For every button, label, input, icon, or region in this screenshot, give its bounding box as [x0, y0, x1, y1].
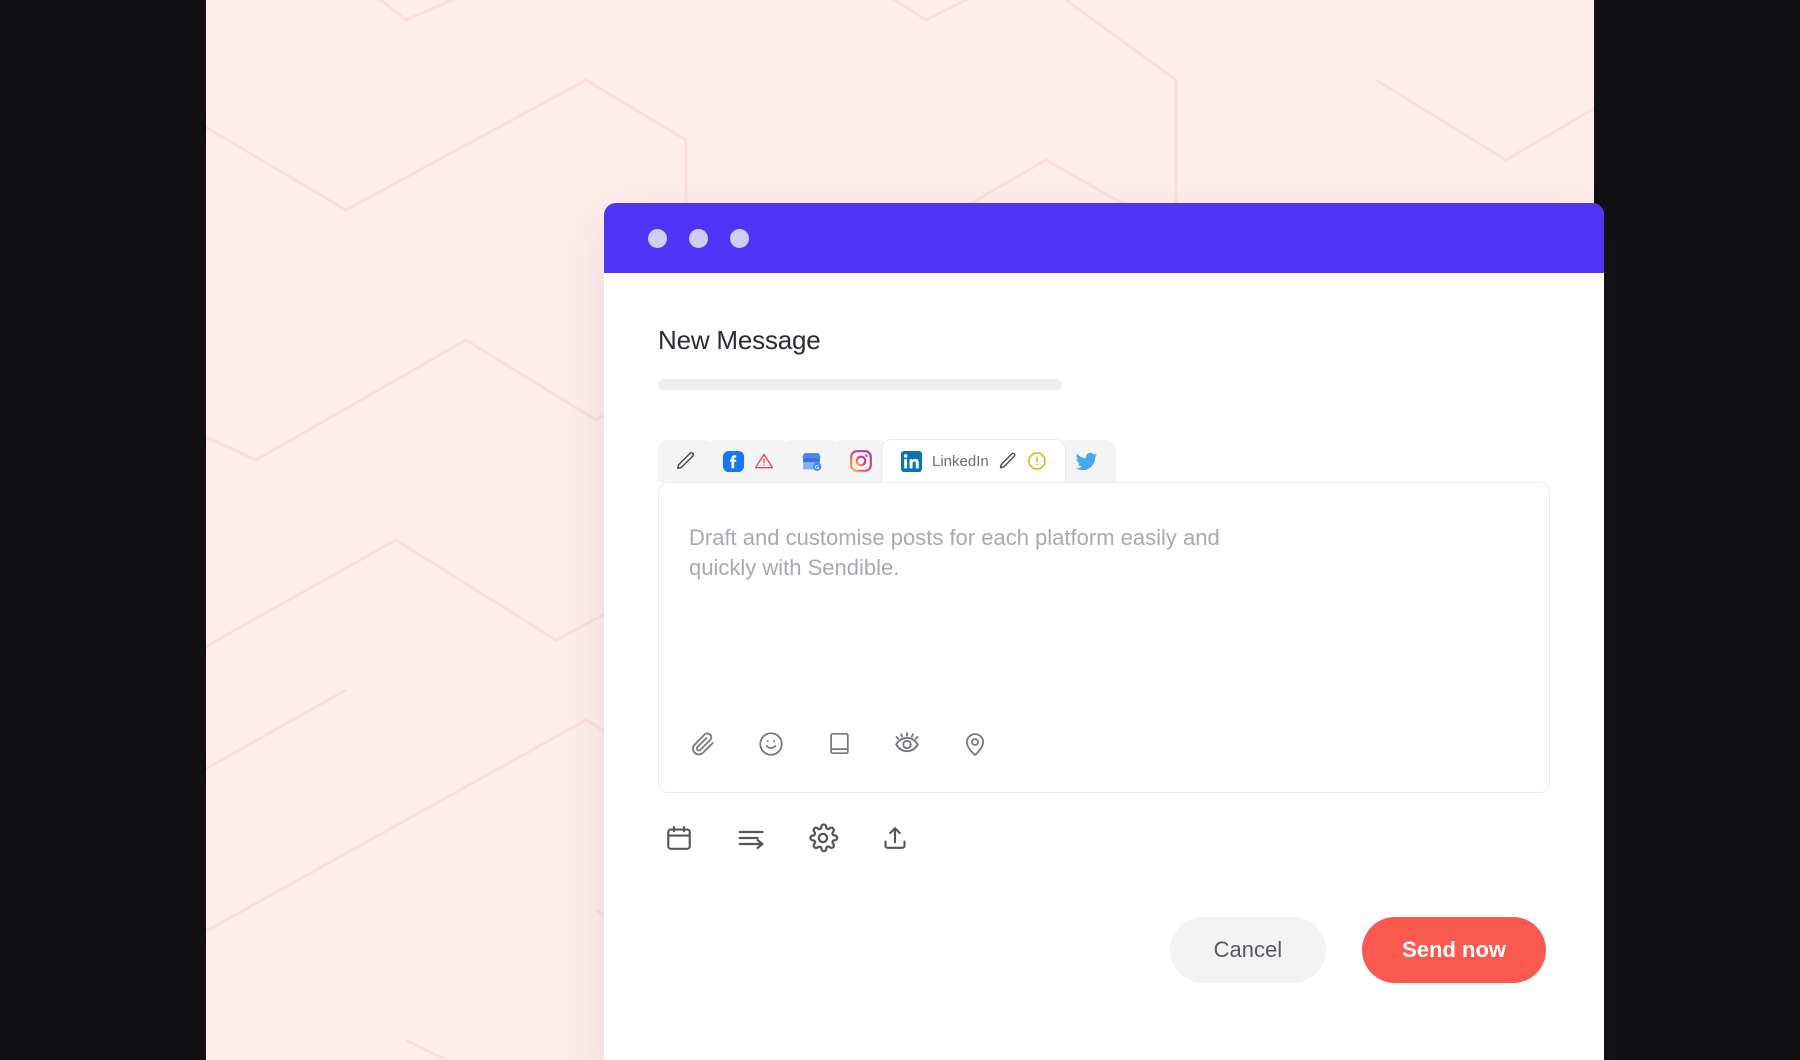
paperclip-icon: [689, 730, 717, 763]
settings-button[interactable]: [806, 822, 840, 859]
svg-text:G: G: [815, 464, 820, 470]
facebook-icon: [722, 450, 745, 473]
emoji-button[interactable]: [755, 730, 787, 762]
upload-icon: [880, 823, 910, 858]
location-pin-icon: [961, 730, 989, 763]
gear-icon: [807, 822, 839, 859]
page-title: New Message: [658, 325, 821, 355]
location-button[interactable]: [959, 730, 991, 762]
linkedin-icon: [900, 450, 923, 473]
book-icon: [826, 730, 853, 762]
letterbox-left: [0, 0, 206, 1060]
twitter-icon: [1074, 449, 1099, 474]
message-composer[interactable]: Draft and customise posts for each platf…: [658, 482, 1550, 793]
instagram-icon: [849, 449, 873, 473]
composer-toolbar: [687, 730, 991, 762]
smiley-icon: [757, 730, 785, 763]
attach-button[interactable]: [687, 730, 719, 762]
warning-triangle-icon: [754, 451, 774, 471]
letterbox-right: [1594, 0, 1800, 1060]
library-button[interactable]: [823, 730, 855, 762]
warning-octagon-icon[interactable]: [1027, 451, 1047, 471]
tab-linkedin[interactable]: LinkedIn: [881, 439, 1066, 482]
schedule-button[interactable]: [662, 823, 696, 857]
queue-arrow-icon: [735, 822, 767, 859]
pencil-icon: [675, 450, 697, 472]
eye-icon: [892, 729, 922, 764]
upload-button[interactable]: [878, 823, 912, 857]
recipient-skeleton-bar: [658, 379, 1062, 390]
composer-placeholder: Draft and customise posts for each platf…: [689, 525, 1220, 581]
window-titlebar: [604, 203, 1604, 273]
preview-button[interactable]: [891, 730, 923, 762]
send-now-button[interactable]: Send now: [1362, 917, 1546, 983]
screenshot-stage: New Message G LinkedIn Draft and customi…: [0, 0, 1800, 1060]
cancel-button[interactable]: Cancel: [1169, 917, 1327, 983]
tab-linkedin-label: LinkedIn: [932, 452, 989, 470]
window-dot-minimize[interactable]: [689, 228, 708, 248]
post-action-toolbar: [658, 822, 1550, 859]
platform-tab-strip: G LinkedIn: [658, 438, 1550, 482]
dialog-footer: Cancel Send now: [658, 917, 1550, 983]
tab-facebook[interactable]: [705, 440, 791, 482]
new-message-dialog: New Message G LinkedIn Draft and customi…: [604, 203, 1604, 1060]
window-dot-close[interactable]: [648, 228, 667, 248]
window-dot-maximize[interactable]: [730, 228, 749, 248]
pencil-icon[interactable]: [998, 451, 1018, 471]
google-business-icon: G: [799, 449, 824, 474]
dialog-body: New Message G LinkedIn Draft and customi…: [604, 273, 1604, 983]
queue-button[interactable]: [734, 823, 768, 857]
calendar-icon: [664, 823, 694, 858]
